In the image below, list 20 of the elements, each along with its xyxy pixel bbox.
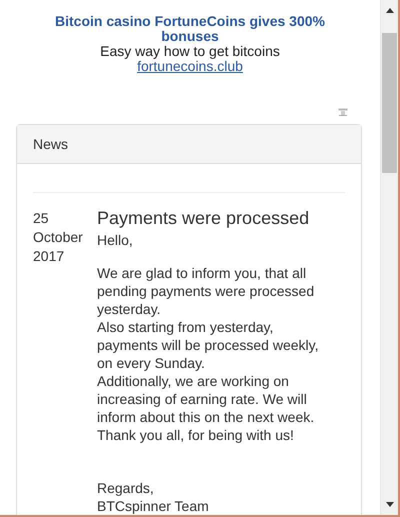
signature-text: BTCspinner Team — [97, 497, 210, 515]
scroll-thumb[interactable] — [382, 33, 397, 173]
news-title: Payments were processed — [97, 207, 310, 229]
news-paragraph: We are glad to inform you, that all pending payments were processed yesterday. — [97, 264, 316, 318]
scrollbar[interactable] — [380, 0, 398, 515]
ad-subtitle: Easy way how to get bitcoins — [100, 44, 280, 59]
scroll-down-icon[interactable] — [386, 502, 394, 507]
panel-heading: News — [17, 125, 361, 164]
news-year: 2017 — [33, 247, 66, 266]
ad-link[interactable]: fortunecoins.club — [137, 59, 243, 74]
closing-text: Regards, — [97, 479, 155, 497]
news-paragraph: Thank you all, for being with us! — [97, 426, 295, 444]
greeting-text: Hello, — [97, 231, 134, 249]
news-month: October — [33, 228, 84, 247]
image-icon — [338, 108, 348, 116]
news-paragraph: Additionally, we are working on increasing of earning rate. We will inform about this on the next week. — [97, 372, 316, 426]
news-day: 25 — [33, 209, 87, 228]
ad-title: Bitcoin casino FortuneCoins gives 300% bonuses — [54, 14, 326, 44]
news-paragraph: Also starting from yesterday, payments will be processed weekly, on every Sunday. — [97, 318, 320, 372]
scroll-up-icon[interactable] — [386, 8, 394, 13]
